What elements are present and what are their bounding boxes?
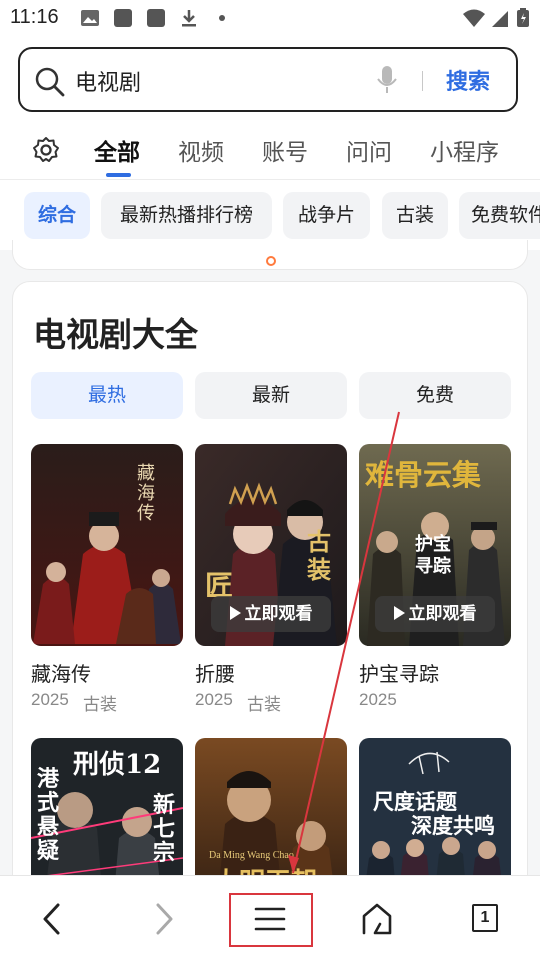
home-icon[interactable] xyxy=(360,902,394,936)
watch-now-label: 立即观看 xyxy=(244,604,313,624)
poster-text: 深度共鸣 xyxy=(411,814,495,838)
poster-text: 新七宗 xyxy=(153,793,176,866)
item-year: 2025 xyxy=(195,690,233,709)
poster-zhe-yao[interactable]: 古装 匠 立即观看 xyxy=(195,444,347,646)
tab-mini-program[interactable]: 小程序 xyxy=(430,133,499,167)
watch-now-button[interactable]: 立即观看 xyxy=(211,596,331,632)
tv-series-card: 电视剧大全 最热 最新 免费 藏海传 藏海传 2025 古装 古装 匠 立即观看… xyxy=(12,281,528,921)
app-notification-icon xyxy=(114,9,132,27)
item-genre: 古装 xyxy=(83,695,117,715)
battery-icon xyxy=(517,8,529,27)
tab-account[interactable]: 账号 xyxy=(262,133,308,167)
signal-icon xyxy=(492,11,508,27)
filter-free[interactable]: 免费 xyxy=(359,372,511,419)
item-genre: 古装 xyxy=(247,695,281,715)
item-year: 2025 xyxy=(31,690,69,709)
search-bar[interactable]: 电视剧 搜索 xyxy=(18,47,518,112)
wifi-icon xyxy=(463,9,485,27)
item-title[interactable]: 藏海传 xyxy=(31,658,91,687)
item-year: 2025 xyxy=(359,690,397,709)
download-icon xyxy=(182,10,196,27)
result-tabs: 全部 视频 账号 问问 小程序 xyxy=(0,125,540,180)
poster-text: 护宝寻踪 xyxy=(415,534,451,577)
menu-highlight-box xyxy=(229,893,313,947)
poster-hu-bao-xun-zong[interactable]: 难骨云集 护宝寻踪 立即观看 xyxy=(359,444,511,646)
chip-costume[interactable]: 古装 xyxy=(382,192,448,239)
watch-now-label: 立即观看 xyxy=(408,604,477,624)
settings-icon[interactable] xyxy=(32,136,60,164)
chip-war[interactable]: 战争片 xyxy=(283,192,370,239)
poster-text: 港式悬疑 xyxy=(37,767,60,864)
chip-overall[interactable]: 综合 xyxy=(24,192,90,239)
poster-text: 古装 xyxy=(307,527,331,584)
back-icon[interactable] xyxy=(40,902,64,936)
search-icon xyxy=(35,67,65,97)
poster-text: 藏海传 xyxy=(137,463,155,524)
poster-cang-hai-zhuan[interactable]: 藏海传 xyxy=(31,444,183,646)
status-bar: 11:16 xyxy=(0,0,540,36)
image-icon xyxy=(81,10,99,26)
poster-text: 难骨云集 xyxy=(365,458,482,492)
card-title: 电视剧大全 xyxy=(33,315,198,354)
status-time: 11:16 xyxy=(10,6,59,28)
bottom-navigation: 1 xyxy=(0,875,540,960)
search-divider xyxy=(422,71,423,91)
forward-icon[interactable] xyxy=(152,902,176,936)
chip-latest-ranking[interactable]: 最新热播排行榜 xyxy=(101,192,272,239)
app-notification-icon xyxy=(147,9,165,27)
play-icon xyxy=(229,606,241,620)
tabs-icon[interactable]: 1 xyxy=(472,904,498,932)
filter-hottest[interactable]: 最热 xyxy=(31,372,183,419)
microphone-icon[interactable] xyxy=(376,65,398,95)
filter-newest[interactable]: 最新 xyxy=(195,372,347,419)
poster-text: Da Ming Wang Chao xyxy=(209,850,294,861)
item-title[interactable]: 护宝寻踪 xyxy=(359,658,439,687)
carousel-dot xyxy=(266,256,276,266)
search-input[interactable]: 电视剧 xyxy=(75,65,141,97)
previous-card-bottom xyxy=(12,240,528,270)
watch-now-button[interactable]: 立即观看 xyxy=(375,596,495,632)
tab-all[interactable]: 全部 xyxy=(94,133,140,167)
chip-free-software[interactable]: 免费软件 xyxy=(459,192,540,239)
poster-text: 刑侦12 xyxy=(73,750,162,780)
search-button[interactable]: 搜索 xyxy=(446,64,490,96)
item-title[interactable]: 折腰 xyxy=(195,658,235,687)
play-icon xyxy=(393,606,405,620)
tab-indicator xyxy=(106,173,131,177)
tab-ask[interactable]: 问问 xyxy=(346,133,392,167)
tab-count: 1 xyxy=(480,909,490,926)
tab-video[interactable]: 视频 xyxy=(178,133,224,167)
more-notifications-icon xyxy=(219,15,225,21)
